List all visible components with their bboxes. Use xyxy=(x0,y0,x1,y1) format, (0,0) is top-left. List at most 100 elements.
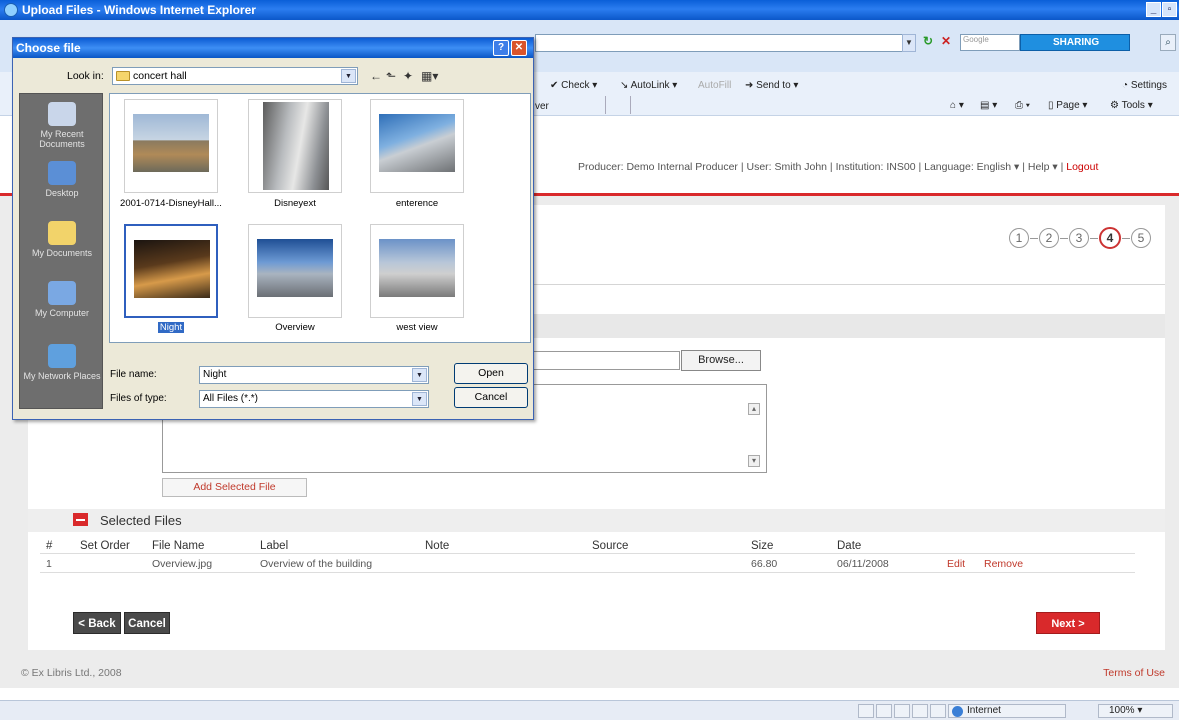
up-folder-icon[interactable]: ⬑ xyxy=(386,69,396,83)
scroll-up-icon[interactable]: ▴ xyxy=(748,403,760,415)
image-thumbnail xyxy=(134,240,210,298)
maximize-button[interactable]: ▫ xyxy=(1162,2,1177,17)
row-edit-link[interactable]: Edit xyxy=(947,558,965,570)
new-folder-icon[interactable]: ✦ xyxy=(403,69,413,83)
column-header-size: Size xyxy=(751,540,774,552)
footer: © Ex Libris Ltd., 2008 Terms of Use xyxy=(0,662,1179,688)
dialog-cancel-button[interactable]: Cancel xyxy=(454,387,528,408)
file-label[interactable]: Disneyext xyxy=(235,198,355,209)
step-connector xyxy=(1122,238,1130,239)
settings-button[interactable]: ◔ Settings xyxy=(1122,80,1167,91)
check-button[interactable]: ✔ Check ▾ xyxy=(550,80,597,91)
address-field[interactable] xyxy=(535,34,911,52)
page-menu[interactable]: ▯ Page ▾ xyxy=(1048,100,1087,111)
autofill-button[interactable]: AutoFill xyxy=(698,80,731,91)
address-dropdown-button[interactable]: ▼ xyxy=(902,34,916,52)
back-button[interactable]: < Back xyxy=(73,612,121,634)
chevron-down-icon[interactable]: ▼ xyxy=(341,69,356,83)
dialog-titlebar: Choose file ? ✕ xyxy=(13,38,533,58)
selected-files-title: Selected Files xyxy=(100,513,182,528)
collapse-icon[interactable] xyxy=(73,513,88,526)
row-file-name: Overview.jpg xyxy=(152,558,213,570)
ie-logo-icon xyxy=(4,3,18,17)
column-header-note: Note xyxy=(425,540,450,552)
stop-icon[interactable]: ✕ xyxy=(938,34,954,52)
file-thumbnail[interactable] xyxy=(248,224,342,318)
minimize-button[interactable]: _ xyxy=(1146,2,1161,17)
file-label-selected[interactable]: Night xyxy=(111,322,231,333)
tools-menu[interactable]: ⚙ Tools ▾ xyxy=(1110,100,1153,111)
place-my-computer[interactable]: My Computer xyxy=(20,281,104,318)
file-label[interactable]: west view xyxy=(357,322,477,333)
image-thumbnail xyxy=(263,102,329,190)
step-connector xyxy=(1030,238,1038,239)
file-thumbnail[interactable] xyxy=(370,99,464,193)
places-bar: My Recent Documents Desktop My Documents… xyxy=(19,93,103,409)
file-name-input[interactable]: Night ▼ xyxy=(199,366,429,384)
help-icon[interactable]: ? xyxy=(493,40,509,56)
network-places-icon xyxy=(48,344,76,368)
status-cell xyxy=(876,704,892,718)
column-header-label: Label xyxy=(260,540,289,552)
cancel-button[interactable]: Cancel xyxy=(124,612,170,634)
file-label[interactable]: Overview xyxy=(235,322,355,333)
column-header-num: # xyxy=(46,540,53,552)
help-menu[interactable]: Help ▾ xyxy=(1028,161,1058,173)
close-icon[interactable]: ✕ xyxy=(511,40,527,56)
step-3[interactable]: 3 xyxy=(1069,228,1089,248)
place-desktop[interactable]: Desktop xyxy=(20,161,104,198)
home-icon[interactable]: ⌂ ▾ xyxy=(950,100,964,111)
file-list[interactable]: 2001-0714-DisneyHall... Disneyext entere… xyxy=(109,93,531,343)
search-go-icon[interactable]: ⌕ xyxy=(1160,34,1176,51)
refresh-icon[interactable]: ↻ xyxy=(920,34,936,52)
file-thumbnail[interactable] xyxy=(124,99,218,193)
browser-tab[interactable]: ver xyxy=(535,101,549,112)
place-network-places[interactable]: My Network Places xyxy=(20,344,104,381)
my-computer-icon xyxy=(48,281,76,305)
scroll-down-icon[interactable]: ▾ xyxy=(748,455,760,467)
print-icon[interactable]: ⎙ ▾ xyxy=(1015,100,1030,111)
search-input[interactable]: Google xyxy=(960,34,1020,51)
file-thumbnail[interactable] xyxy=(248,99,342,193)
look-in-dropdown[interactable]: concert hall ▼ xyxy=(112,67,358,85)
next-button[interactable]: Next > xyxy=(1036,612,1100,634)
autolink-button[interactable]: ↘ AutoLink ▾ xyxy=(620,80,677,91)
browse-button[interactable]: Browse... xyxy=(681,350,761,371)
logout-link[interactable]: Logout xyxy=(1066,161,1098,173)
sendto-button[interactable]: ➜ Send to ▾ xyxy=(745,80,798,91)
terms-of-use-link[interactable]: Terms of Use xyxy=(1103,667,1165,679)
view-menu-icon[interactable]: ▦▾ xyxy=(421,69,438,83)
zone-indicator: Internet xyxy=(948,704,1066,718)
language-menu[interactable]: Language: English ▾ xyxy=(924,161,1019,173)
step-5[interactable]: 5 xyxy=(1131,228,1151,248)
add-selected-file-button[interactable]: Add Selected File xyxy=(162,478,307,497)
chevron-down-icon[interactable]: ▼ xyxy=(412,368,427,382)
producer-label: Producer: Demo Internal Producer xyxy=(578,161,738,173)
look-in-label: Look in: xyxy=(67,70,104,82)
step-2[interactable]: 2 xyxy=(1039,228,1059,248)
copyright-text: © Ex Libris Ltd., 2008 xyxy=(21,667,122,679)
place-recent-documents[interactable]: My Recent Documents xyxy=(20,102,104,149)
file-label[interactable]: 2001-0714-DisneyHall... xyxy=(111,198,231,209)
recent-documents-icon xyxy=(48,102,76,126)
file-type-select[interactable]: All Files (*.*) ▼ xyxy=(199,390,429,408)
back-arrow-icon[interactable]: ← xyxy=(370,69,382,83)
chevron-down-icon[interactable]: ▼ xyxy=(412,392,427,406)
open-button[interactable]: Open xyxy=(454,363,528,384)
sharing-dropdown[interactable]: SHARING xyxy=(1020,34,1130,51)
zoom-control[interactable]: 100% ▾ xyxy=(1098,704,1173,718)
table-divider xyxy=(40,572,1135,573)
column-header-date: Date xyxy=(837,540,862,552)
row-remove-link[interactable]: Remove xyxy=(984,558,1023,570)
my-documents-icon xyxy=(48,221,76,245)
step-1[interactable]: 1 xyxy=(1009,228,1029,248)
feeds-icon[interactable]: ▤ ▾ xyxy=(980,100,997,111)
window-titlebar: Upload Files - Windows Internet Explorer… xyxy=(0,0,1179,20)
file-thumbnail-selected[interactable] xyxy=(124,224,218,318)
user-label: User: Smith John xyxy=(746,161,828,173)
file-label[interactable]: enterence xyxy=(357,198,477,209)
file-thumbnail[interactable] xyxy=(370,224,464,318)
step-4-current[interactable]: 4 xyxy=(1099,227,1121,249)
image-thumbnail xyxy=(133,114,209,172)
place-my-documents[interactable]: My Documents xyxy=(20,221,104,258)
